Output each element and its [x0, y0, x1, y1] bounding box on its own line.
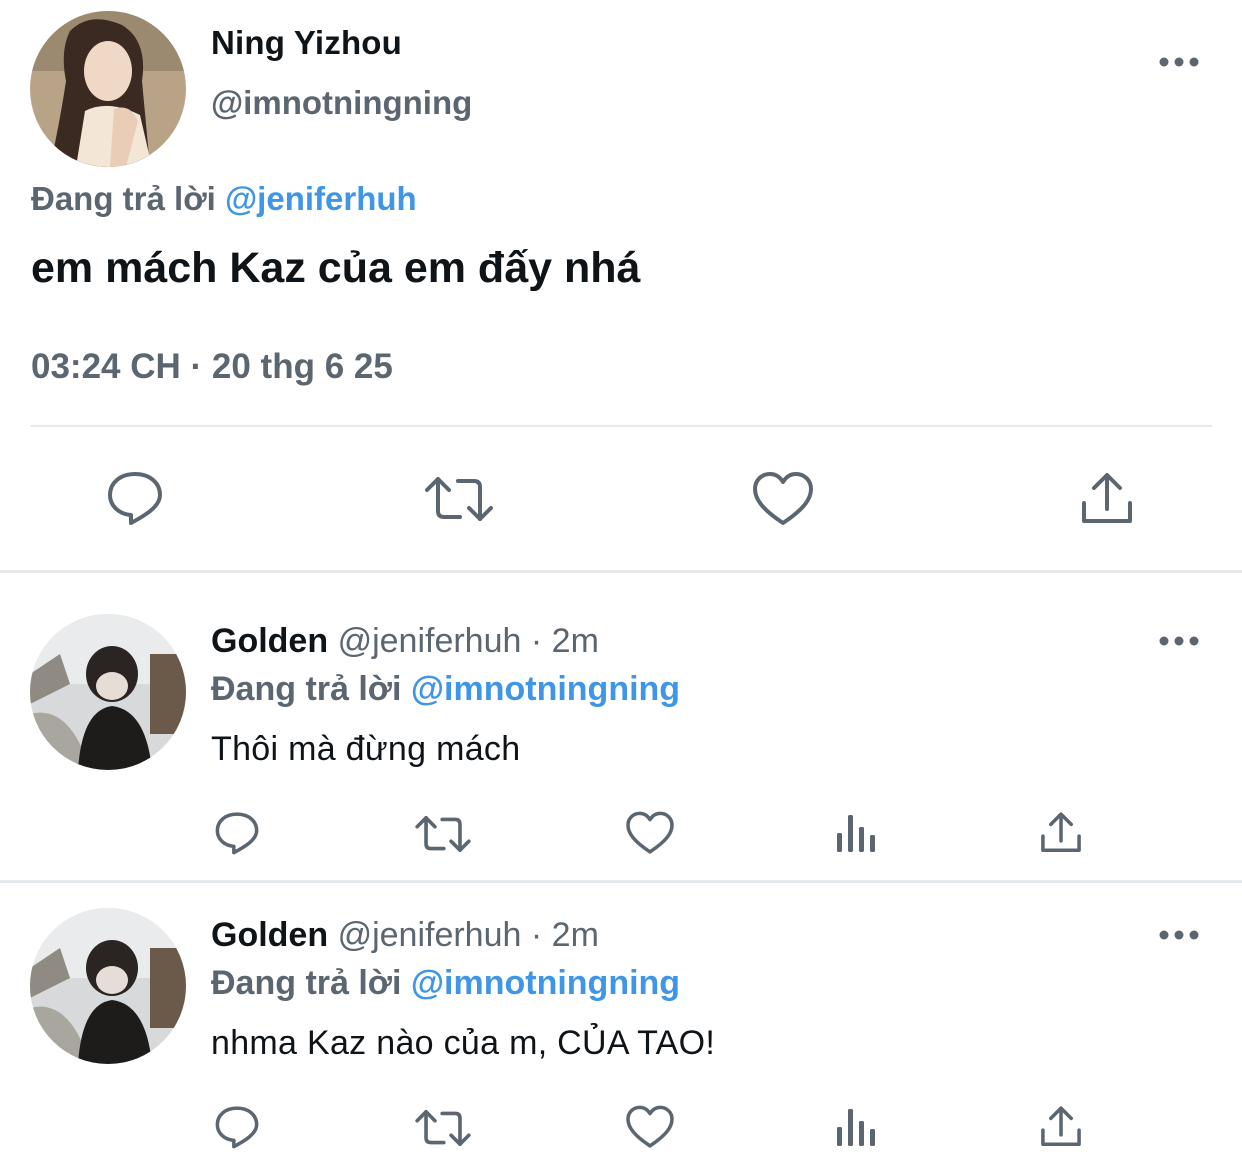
display-name[interactable]: Golden: [211, 622, 328, 660]
tweet-time[interactable]: 2m: [552, 622, 599, 660]
analytics-icon[interactable]: [835, 811, 877, 853]
replying-to: Đang trả lời @imnotningning: [211, 964, 680, 1003]
divider: [0, 570, 1242, 573]
like-icon[interactable]: [625, 811, 675, 855]
tweet-text: em mách Kaz của em đấy nhá: [31, 244, 641, 292]
retweet-icon[interactable]: [424, 473, 494, 525]
mention-link[interactable]: @imnotningning: [411, 670, 680, 708]
divider: [30, 425, 1212, 427]
replying-to-label: Đang trả lời: [211, 964, 402, 1002]
analytics-icon[interactable]: [835, 1105, 877, 1147]
avatar[interactable]: [30, 11, 186, 167]
reply-icon[interactable]: [214, 811, 260, 855]
replying-to: Đang trả lời @jeniferhuh: [31, 180, 417, 218]
reply-header: Golden @jeniferhuh · 2m: [211, 622, 599, 661]
tweet-text: Thôi mà đừng mách: [211, 730, 521, 768]
share-icon[interactable]: [1079, 471, 1135, 527]
display-name[interactable]: Golden: [211, 916, 328, 954]
mention-link[interactable]: @imnotningning: [411, 964, 680, 1002]
replying-to-label: Đang trả lời: [211, 670, 402, 708]
user-handle[interactable]: @jeniferhuh: [338, 622, 522, 660]
user-handle[interactable]: @imnotningning: [211, 84, 472, 122]
avatar[interactable]: [30, 908, 186, 1064]
reply-icon[interactable]: [106, 470, 164, 526]
separator: ·: [530, 916, 543, 954]
like-icon[interactable]: [625, 1105, 675, 1149]
more-options-icon[interactable]: [1157, 631, 1201, 651]
replying-to-label: Đang trả lời: [31, 180, 216, 217]
like-icon[interactable]: [752, 471, 814, 527]
tweet-timestamp[interactable]: 03:24 CH · 20 thg 6 25: [31, 347, 393, 387]
separator: ·: [530, 622, 543, 660]
reply-header: Golden @jeniferhuh · 2m: [211, 916, 599, 955]
replying-to: Đang trả lời @imnotningning: [211, 670, 680, 709]
divider: [0, 880, 1242, 883]
tweet-text: nhma Kaz nào của m, CỦA TAO!: [211, 1024, 716, 1062]
display-name[interactable]: Ning Yizhou: [211, 24, 402, 62]
more-options-icon[interactable]: [1157, 925, 1201, 945]
avatar[interactable]: [30, 614, 186, 770]
retweet-icon[interactable]: [414, 813, 472, 855]
share-icon[interactable]: [1039, 1105, 1083, 1149]
more-options-icon[interactable]: [1157, 52, 1201, 72]
mention-link[interactable]: @jeniferhuh: [225, 180, 417, 217]
retweet-icon[interactable]: [414, 1107, 472, 1149]
share-icon[interactable]: [1039, 811, 1083, 855]
user-handle[interactable]: @jeniferhuh: [338, 916, 522, 954]
tweet-time[interactable]: 2m: [552, 916, 599, 954]
reply-icon[interactable]: [214, 1105, 260, 1149]
